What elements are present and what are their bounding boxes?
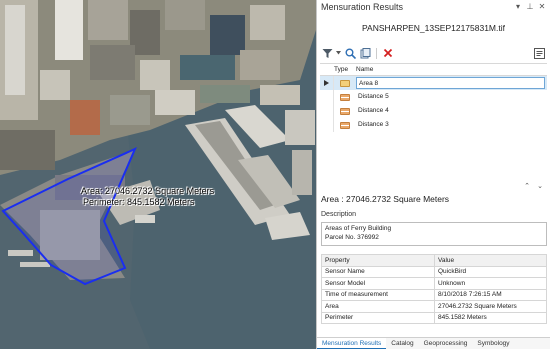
tab-symbology[interactable]: Symbology bbox=[472, 338, 514, 349]
table-header: Type Name bbox=[320, 64, 547, 76]
measurement-title: Area : 27046.2732 Square Meters bbox=[321, 194, 450, 204]
table-row: Perimeter 845.1582 Meters bbox=[321, 311, 547, 324]
mensuration-results-pane: Mensuration Results ▾ ⊥ ✕ PANSHARPEN_13S… bbox=[316, 0, 550, 349]
row-selector[interactable] bbox=[320, 118, 334, 132]
map-perimeter-label: Perimeter: 845.1582 Meters bbox=[83, 197, 195, 207]
pane-header: Mensuration Results ▾ ⊥ ✕ bbox=[317, 0, 550, 14]
result-name[interactable]: Distance 4 bbox=[356, 105, 547, 117]
result-name[interactable]: Distance 5 bbox=[356, 91, 547, 103]
distance-icon bbox=[340, 93, 350, 101]
property-value: QuickBird bbox=[434, 265, 547, 278]
column-header-type[interactable]: Type bbox=[334, 66, 356, 73]
result-name[interactable]: Distance 3 bbox=[356, 119, 547, 131]
tab-catalog[interactable]: Catalog bbox=[386, 338, 418, 349]
copy-icon[interactable] bbox=[359, 47, 371, 59]
property-value: 845.1582 Meters bbox=[434, 311, 547, 324]
table-row: Area 27046.2732 Square Meters bbox=[321, 300, 547, 313]
chevron-down-icon[interactable]: ▾ bbox=[513, 2, 523, 12]
description-line: Parcel No. 376992 bbox=[325, 233, 379, 241]
map-area-label: Area: 27046.2732 Square Meters bbox=[81, 186, 215, 196]
distance-icon bbox=[340, 107, 350, 115]
properties-table: Property Value Sensor Name QuickBird Sen… bbox=[321, 254, 547, 324]
pane-tab-bar: Mensuration Results Catalog Geoprocessin… bbox=[317, 337, 550, 349]
tab-mensuration-results[interactable]: Mensuration Results bbox=[317, 338, 387, 349]
table-row: Sensor Model Unknown bbox=[321, 277, 547, 290]
chevron-down-icon[interactable] bbox=[336, 47, 341, 59]
row-selector[interactable] bbox=[320, 104, 334, 118]
property-name: Sensor Model bbox=[321, 277, 435, 290]
delete-icon[interactable] bbox=[382, 47, 394, 59]
options-icon[interactable] bbox=[533, 47, 545, 59]
table-row: Time of measurement 8/10/2018 7:26:15 AM bbox=[321, 288, 547, 301]
results-toolbar bbox=[317, 45, 550, 61]
property-value: 8/10/2018 7:26:15 AM bbox=[434, 288, 547, 301]
zoom-to-icon[interactable] bbox=[344, 47, 356, 59]
table-row[interactable]: Area 8 bbox=[320, 76, 547, 90]
description-field[interactable]: Areas of Ferry Building Parcel No. 37699… bbox=[321, 222, 547, 246]
pane-splitter[interactable]: ⌃ ⌄ bbox=[317, 183, 550, 191]
table-row[interactable]: Distance 4 bbox=[320, 104, 547, 118]
results-table: Type Name Area 8 Distance 5 Distance 4 D… bbox=[320, 63, 547, 132]
property-name: Sensor Name bbox=[321, 265, 435, 278]
area-icon bbox=[340, 79, 350, 87]
tab-geoprocessing[interactable]: Geoprocessing bbox=[419, 338, 473, 349]
property-value: Unknown bbox=[434, 277, 547, 290]
pin-icon[interactable]: ⊥ bbox=[525, 2, 535, 12]
result-name[interactable]: Area 8 bbox=[356, 77, 545, 89]
chevron-up-icon[interactable]: ⌃ bbox=[522, 182, 532, 192]
table-row[interactable]: Distance 5 bbox=[320, 90, 547, 104]
property-name: Perimeter bbox=[321, 311, 435, 324]
distance-icon bbox=[340, 121, 350, 129]
table-header: Property Value bbox=[321, 254, 547, 267]
description-line: Areas of Ferry Building bbox=[325, 225, 392, 232]
close-icon[interactable]: ✕ bbox=[537, 2, 547, 12]
row-selector[interactable] bbox=[320, 90, 334, 104]
imagery-map-view[interactable]: Area: 27046.2732 Square Meters Perimeter… bbox=[0, 0, 316, 349]
property-name: Area bbox=[321, 300, 435, 313]
image-file-name: PANSHARPEN_13SEP12175831M.tif bbox=[361, 23, 505, 33]
column-header-value: Value bbox=[434, 254, 547, 267]
satellite-imagery bbox=[0, 0, 316, 349]
column-header-name[interactable]: Name bbox=[356, 66, 373, 73]
chevron-down-icon[interactable]: ⌄ bbox=[535, 182, 545, 192]
column-header-property: Property bbox=[321, 254, 435, 267]
property-name: Time of measurement bbox=[321, 288, 435, 301]
description-label: Description bbox=[321, 211, 357, 218]
row-selector[interactable] bbox=[320, 76, 334, 90]
table-row[interactable]: Distance 3 bbox=[320, 118, 547, 132]
pane-title: Mensuration Results bbox=[321, 2, 404, 12]
table-row: Sensor Name QuickBird bbox=[321, 265, 547, 278]
property-value: 27046.2732 Square Meters bbox=[434, 300, 547, 313]
filter-icon[interactable] bbox=[321, 47, 333, 59]
